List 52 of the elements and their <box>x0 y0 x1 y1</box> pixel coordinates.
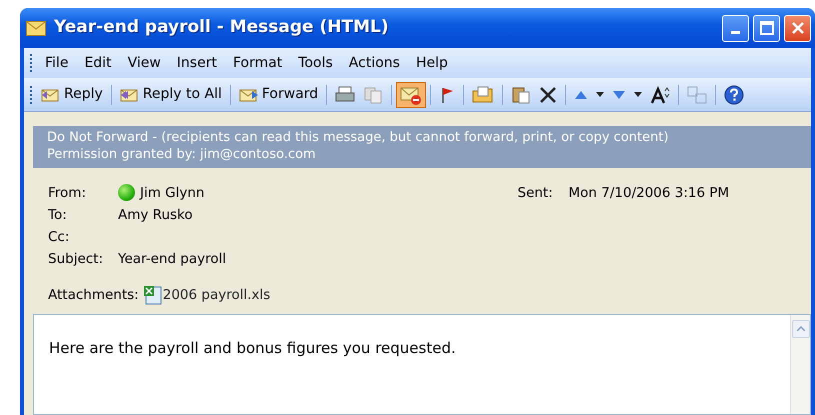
translate-icon <box>687 86 708 104</box>
clipboard-icon <box>511 86 532 104</box>
spreadsheet-icon <box>142 284 163 305</box>
minimize-button[interactable] <box>722 14 749 42</box>
banner-text: Permission granted by: jim@contoso.com <box>47 146 317 164</box>
restricted-envelope-icon <box>400 84 422 104</box>
reply-icon <box>41 86 61 102</box>
menu-item[interactable]: Actions <box>340 52 408 74</box>
copy-icon <box>363 86 384 104</box>
chevron-up-icon <box>797 326 805 332</box>
field-label: Subject: <box>48 250 104 269</box>
field-label: Cc: <box>48 228 70 247</box>
maximize-button[interactable] <box>753 14 780 42</box>
printer-icon <box>335 86 356 104</box>
up-arrow-icon <box>574 88 588 100</box>
attachment-link[interactable]: 2006 payroll.xls <box>162 284 270 305</box>
close-icon <box>790 21 804 35</box>
banner-text: Do Not Forward - (recipients can read this message, but cannot forward, print, or copy content) <box>47 130 670 147</box>
menu-item[interactable]: Format <box>224 52 290 74</box>
delete-icon <box>539 86 558 104</box>
field-label: Sent: <box>518 184 554 203</box>
field-label: Attachments: <box>48 286 139 305</box>
reply-all-icon <box>120 86 140 102</box>
message-body: Here are the payroll and bonus figures you requested. <box>48 338 457 359</box>
menu-item[interactable]: Insert <box>168 52 225 74</box>
menu-item[interactable]: Edit <box>76 52 120 74</box>
menu-item[interactable]: View <box>120 52 169 74</box>
folder-icon <box>472 86 494 104</box>
envelope-icon <box>26 20 46 36</box>
down-arrow-icon <box>612 88 626 100</box>
restricted-envelope-button[interactable] <box>396 82 426 108</box>
maximize-icon <box>760 21 774 35</box>
toolbar-button[interactable]: Forward <box>234 81 322 108</box>
toolbar-button[interactable]: Reply <box>37 81 107 108</box>
menu-item[interactable]: Help <box>408 52 456 74</box>
window-title: Year-end payroll - Message (HTML) <box>54 16 389 40</box>
caret-icon <box>634 92 642 97</box>
font-size-icon <box>650 86 670 104</box>
field-value: Mon 7/10/2006 3:16 PM <box>568 184 730 203</box>
menu-item[interactable]: File <box>37 52 76 74</box>
menu-item[interactable]: Tools <box>290 52 341 74</box>
field-value: Year-end payroll <box>118 250 226 269</box>
field-label: From: <box>48 184 87 203</box>
field-value: Jim Glynn <box>140 184 204 203</box>
help-icon <box>724 84 744 104</box>
close-button[interactable] <box>784 14 811 42</box>
caret-icon <box>596 92 604 97</box>
forward-icon <box>238 86 259 102</box>
field-value: Amy Rusko <box>118 206 193 225</box>
minimize-icon <box>731 30 740 34</box>
field-label: To: <box>48 206 68 225</box>
toolbar-button[interactable]: Reply to All <box>116 81 226 108</box>
